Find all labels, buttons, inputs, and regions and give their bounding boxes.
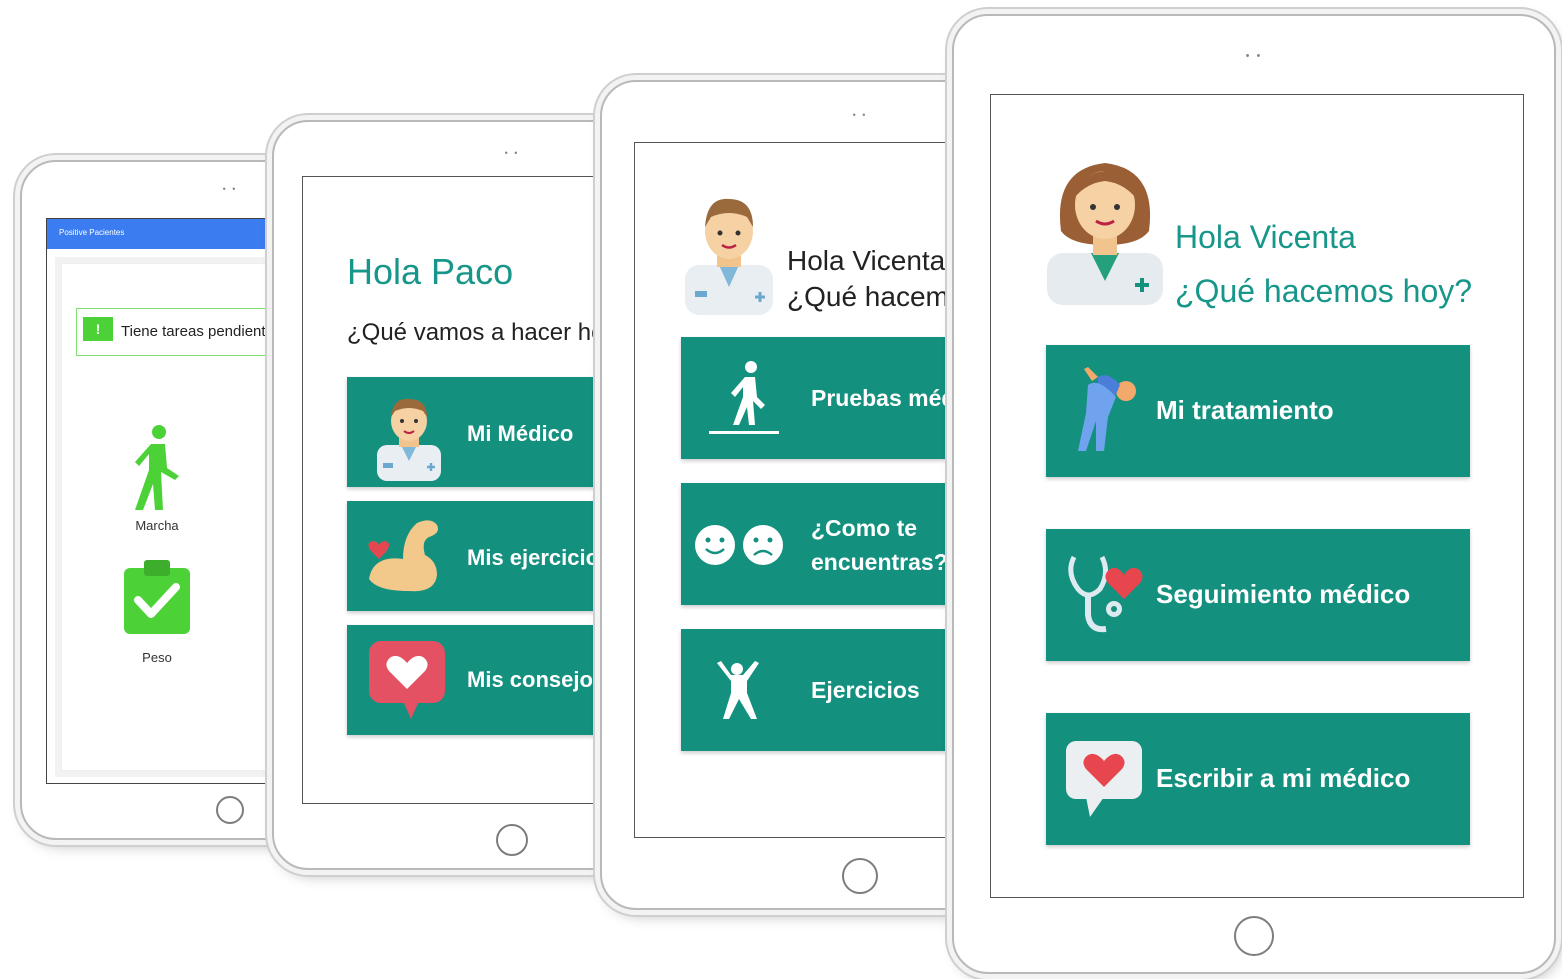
marcha-label: Marcha [135, 518, 179, 533]
mis-ejercicios-label: Mis ejercicios [467, 545, 612, 570]
tablet-4: • • Hola Vicenta ¿Qué hacemos hoy? Mi tr… [952, 14, 1556, 974]
camera-dots: • • [222, 184, 238, 194]
question: ¿Qué hacemos hoy? [1175, 273, 1473, 309]
question: ¿Qué vamos a hacer hoy? [347, 319, 630, 346]
female-doctor-avatar-icon [1047, 163, 1163, 305]
heart-message-icon [369, 641, 445, 719]
mis-consejos-label: Mis consejos [467, 667, 606, 692]
faces-icon [695, 525, 783, 565]
camera-dots: • • [1245, 50, 1263, 62]
home-button[interactable] [1234, 916, 1274, 956]
doctor-icon [377, 398, 441, 481]
exercise-icon [717, 661, 759, 719]
home-button[interactable] [496, 824, 528, 856]
camera-dots: • • [504, 148, 520, 158]
flexed-arm-icon [368, 520, 438, 592]
greeting: Hola Paco [347, 251, 514, 292]
mi-tratamiento-label: Mi tratamiento [1156, 395, 1334, 425]
seguimiento-medico-button[interactable]: Seguimiento médico [1046, 529, 1470, 661]
mi-tratamiento-button[interactable]: Mi tratamiento [1046, 345, 1470, 477]
walking-icon [135, 425, 179, 510]
escribir-a-mi-medico-label: Escribir a mi médico [1156, 763, 1411, 793]
home-button[interactable] [842, 858, 878, 894]
peso-label: Peso [142, 650, 172, 665]
app-title: Positive Pacientes [59, 228, 125, 237]
tablet-4-screen: Hola Vicenta ¿Qué hacemos hoy? Mi tratam… [990, 94, 1524, 898]
mi-medico-label: Mi Médico [467, 421, 574, 446]
marcha-item[interactable]: Marcha [122, 424, 192, 534]
stethoscope-heart-icon [1068, 555, 1143, 633]
como-te-encuentras-label: ¿Como te encuentras? [811, 515, 948, 575]
greeting: Hola Vicenta [1175, 219, 1356, 255]
doctor-avatar-icon [685, 198, 773, 315]
escribir-a-mi-medico-button[interactable]: Escribir a mi médico [1046, 713, 1470, 845]
camera-dots: • • [852, 110, 868, 120]
seguimiento-medico-label: Seguimiento médico [1156, 579, 1411, 609]
alert-icon: ! [83, 317, 113, 341]
greeting: Hola Vicenta [787, 245, 946, 276]
alert-text: Tiene tareas pendientes [121, 323, 282, 340]
heart-message-icon [1066, 741, 1142, 817]
home-button[interactable] [216, 796, 244, 824]
ejercicios-label: Ejercicios [811, 677, 920, 703]
peso-item[interactable]: Peso [122, 560, 192, 670]
walk-test-icon [709, 361, 779, 434]
clipboard-check-icon [124, 560, 190, 634]
stretching-icon [1078, 367, 1136, 451]
